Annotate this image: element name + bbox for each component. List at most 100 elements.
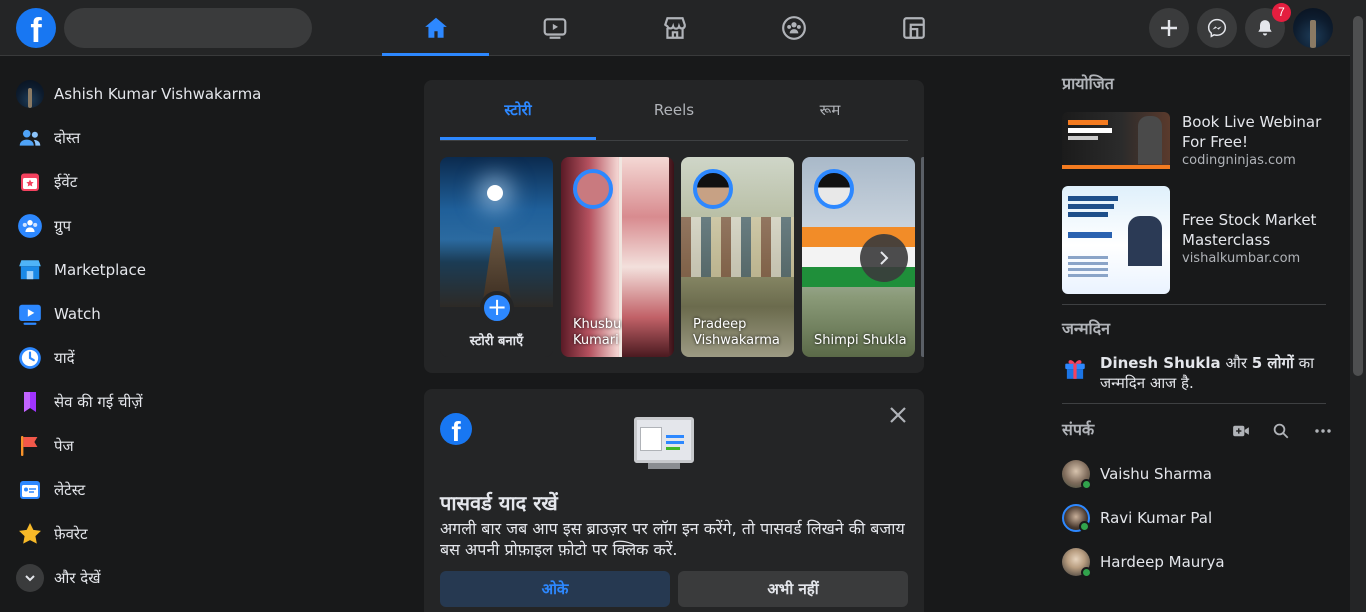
sidebar-item-groups[interactable]: ग्रुप [8,204,308,248]
create-story-photo [440,157,553,307]
contact-item[interactable]: Hardeep Maurya [1054,540,1334,584]
sidebar-item-profile[interactable]: Ashish Kumar Vishwakarma [8,72,308,116]
ad-title: Free Stock Market Masterclass [1182,211,1317,249]
tabs-divider [440,140,908,141]
search-input[interactable] [64,8,312,48]
story-card[interactable]: Pradeep Vishwakarma [681,157,794,357]
create-button[interactable] [1149,8,1189,48]
story-card[interactable]: Khusbu Kumari [561,157,674,357]
sidebar-item-label: दोस्त [54,129,81,147]
notification-count-badge: 7 [1272,3,1291,22]
scrollbar-thumb[interactable] [1353,16,1363,376]
groups-icon [781,16,806,40]
nav-tab-gaming[interactable] [860,0,967,56]
add-story-plus-icon[interactable]: + [480,291,514,325]
story-author-name: Khusbu Kumari [573,317,622,348]
sidebar-item-friends[interactable]: दोस्त [8,116,308,160]
section-divider [1062,403,1326,404]
sidebar-item-label: ग्रुप [54,217,71,235]
memories-icon [16,344,44,372]
sidebar-item-watch[interactable]: Watch [8,292,308,336]
sidebar-item-saved[interactable]: सेव की गई चीज़ें [8,380,308,424]
marketplace-icon [16,256,44,284]
card-title: पासवर्ड याद रखें [440,491,558,515]
sidebar-item-marketplace[interactable]: Marketplace [8,248,308,292]
contacts-title: संपर्क [1062,420,1095,439]
sidebar-item-favorites[interactable]: फ़ेवरेट [8,512,308,556]
contact-item[interactable]: Vaishu Sharma [1054,452,1334,496]
more-options-icon[interactable] [1314,422,1332,440]
sidebar-item-see-more[interactable]: और देखें [8,556,308,600]
sidebar-item-label: ईवेंट [54,173,78,191]
story-author-avatar [693,169,733,209]
watch-icon [16,300,44,328]
not-now-button[interactable]: अभी नहीं [678,571,908,607]
contact-avatar [1062,548,1092,578]
remember-password-card: f पासवर्ड याद रखें अगली बार जब आप इस ब्र… [424,389,924,612]
nav-tab-marketplace[interactable] [621,0,728,56]
online-status-dot [1079,521,1090,532]
tab-stories[interactable]: स्टोरी [440,80,596,140]
ok-button[interactable]: ओके [440,571,670,607]
stories-card: स्टोरी Reels रूम + स्टोरी बनाएँ Khusbu K… [424,80,924,373]
sidebar-item-label: Marketplace [54,261,146,279]
create-story-card[interactable]: + स्टोरी बनाएँ [440,157,553,357]
tab-rooms[interactable]: रूम [752,80,908,140]
pages-icon [16,432,44,460]
profile-avatar [16,80,44,108]
section-divider [1062,304,1326,305]
sidebar-item-label: फ़ेवरेट [54,525,88,543]
chevron-right-icon [880,251,889,265]
left-sidebar: Ashish Kumar Vishwakarma दोस्त ईवेंट ग्र… [8,72,308,600]
home-icon [424,17,447,38]
sidebar-item-events[interactable]: ईवेंट [8,160,308,204]
groups-icon [16,212,44,240]
nav-tab-home[interactable] [382,0,489,56]
notifications-button[interactable]: 7 [1245,3,1291,48]
watch-icon [543,18,566,39]
messenger-button[interactable] [1197,8,1237,48]
sidebar-item-label: यादें [54,349,75,367]
contact-avatar [1062,460,1092,490]
online-status-dot [1081,567,1092,578]
page-scrollbar[interactable] [1350,0,1366,612]
nav-tab-watch[interactable] [501,0,608,56]
account-avatar[interactable] [1293,8,1333,48]
story-card-partial [921,157,924,357]
sidebar-item-label: पेज [54,437,74,455]
online-status-dot [1081,479,1092,490]
birthday-item[interactable]: Dinesh Shukla और 5 लोगों का जन्मदिन आज ह… [1054,353,1334,403]
facebook-logo[interactable]: f [16,8,56,48]
contact-name: Ravi Kumar Pal [1100,509,1213,527]
search-icon[interactable] [1272,422,1290,440]
ad-item[interactable]: Free Stock Market Masterclass vishalkumb… [1054,186,1334,304]
contact-name: Hardeep Maurya [1100,553,1225,571]
star-icon [16,520,44,548]
ad-item[interactable]: Book Live Webinar For Free! codingninjas… [1054,112,1334,186]
new-room-video-icon[interactable] [1232,422,1250,440]
birthday-name[interactable]: Dinesh Shukla [1100,354,1221,372]
saved-icon [16,388,44,416]
close-icon[interactable] [886,403,910,427]
card-description: अगली बार जब आप इस ब्राउज़र पर लॉग इन करे… [440,519,905,559]
sidebar-item-pages[interactable]: पेज [8,424,308,468]
chevron-down-icon [16,564,44,592]
browser-illustration [634,417,694,469]
stories-next-button[interactable] [860,234,908,282]
birthday-others[interactable]: 5 लोगों [1252,354,1294,372]
sidebar-item-latest[interactable]: लेटेस्ट [8,468,308,512]
sidebar-item-memories[interactable]: यादें [8,336,308,380]
friends-icon [16,124,44,152]
sidebar-item-label: Watch [54,305,101,323]
marketplace-icon [663,17,686,39]
story-author-avatar [573,169,613,209]
plus-icon [1161,20,1177,36]
ad-url: vishalkumbar.com [1182,251,1301,266]
messenger-icon [1207,18,1227,38]
contact-item[interactable]: Ravi Kumar Pal [1054,496,1334,540]
gift-icon [1065,360,1085,379]
top-navigation-bar: f 7 [0,0,1350,56]
nav-tab-groups[interactable] [740,0,847,56]
tab-reels[interactable]: Reels [596,80,752,140]
story-author-name: Pradeep Vishwakarma [693,317,780,348]
